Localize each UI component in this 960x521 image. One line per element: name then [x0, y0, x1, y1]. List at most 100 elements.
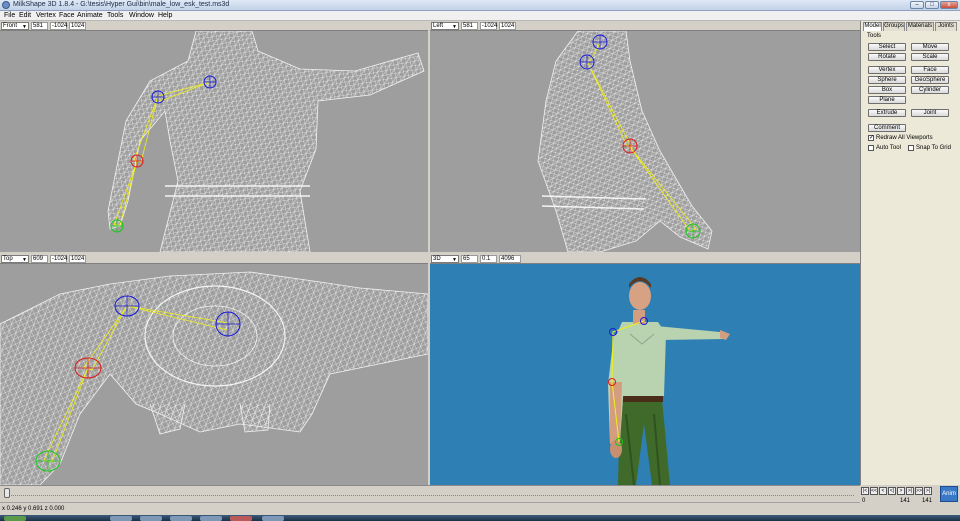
- next-frame-button[interactable]: >|: [906, 487, 914, 495]
- next-key-button[interactable]: >>: [915, 487, 923, 495]
- view-select[interactable]: Front ▼: [1, 22, 29, 30]
- menu-bar: File Edit Vertex Face Animate Tools Wind…: [0, 11, 960, 21]
- view-select[interactable]: Left ▼: [431, 22, 459, 30]
- viewport-header: Left ▼ 581 -1024 1024: [430, 21, 860, 31]
- select-button[interactable]: Select: [868, 43, 906, 51]
- frame-start-field[interactable]: 0: [862, 498, 865, 505]
- prev-frame-button[interactable]: <: [879, 487, 887, 495]
- animation-timeline[interactable]: [0, 485, 860, 502]
- frame-end-field[interactable]: 141: [922, 498, 932, 505]
- viewport-field[interactable]: 1024: [69, 22, 86, 30]
- minimize-button[interactable]: –: [910, 1, 924, 9]
- chevron-down-icon: ▼: [452, 24, 457, 30]
- joint-button[interactable]: Joint: [911, 109, 949, 117]
- start-button[interactable]: [4, 516, 26, 521]
- viewport-field[interactable]: 1024: [499, 22, 516, 30]
- box-button[interactable]: Box: [868, 86, 906, 94]
- viewport-field[interactable]: 0.1: [480, 255, 497, 263]
- joint-wrist[interactable]: [685, 223, 701, 239]
- viewport-field[interactable]: -1024: [50, 255, 67, 263]
- left-canvas[interactable]: [430, 31, 860, 252]
- tab-groups[interactable]: Groups: [883, 22, 905, 31]
- first-frame-button[interactable]: |<: [861, 487, 869, 495]
- timeline-slider-thumb[interactable]: [4, 488, 10, 498]
- joint-elbow[interactable]: [74, 357, 102, 379]
- joint-shoulder[interactable]: [151, 90, 165, 104]
- perspective-canvas[interactable]: [430, 264, 860, 485]
- viewport-field[interactable]: 581: [31, 22, 48, 30]
- joint-shoulder[interactable]: [114, 295, 140, 317]
- frame-current-field[interactable]: 141: [900, 498, 910, 505]
- extrude-button[interactable]: Extrude: [868, 109, 906, 117]
- menu-tools[interactable]: Tools: [107, 12, 123, 19]
- taskbar-item[interactable]: [110, 516, 132, 521]
- maximize-button[interactable]: □: [925, 1, 939, 9]
- tab-materials[interactable]: Materials: [906, 22, 934, 31]
- chevron-down-icon: ▼: [452, 257, 457, 263]
- sphere-button[interactable]: Sphere: [868, 76, 906, 84]
- joint-elbow[interactable]: [130, 154, 144, 168]
- tab-model[interactable]: Model: [863, 22, 882, 31]
- checkbox-checked-icon: ✓: [868, 135, 875, 141]
- front-canvas[interactable]: [0, 31, 428, 252]
- snap-to-grid-checkbox[interactable]: Snap To Grid: [908, 145, 951, 151]
- taskbar-item[interactable]: [170, 516, 192, 521]
- play-back-button[interactable]: <|: [888, 487, 896, 495]
- rotate-button[interactable]: Rotate: [868, 53, 906, 61]
- viewport-left[interactable]: Left ▼ 581 -1024 1024: [430, 21, 860, 252]
- viewport-field[interactable]: -1024: [480, 22, 497, 30]
- taskbar-item[interactable]: [230, 516, 252, 521]
- menu-face[interactable]: Face: [59, 12, 75, 19]
- viewport-header: Front ▼ 581 -1024 1024: [0, 21, 428, 31]
- viewport-field[interactable]: 1024: [69, 255, 86, 263]
- menu-edit[interactable]: Edit: [19, 12, 31, 19]
- prev-key-button[interactable]: <<: [870, 487, 878, 495]
- viewport-field[interactable]: -1024: [50, 22, 67, 30]
- viewport-field[interactable]: 4096: [499, 255, 521, 263]
- taskbar-item[interactable]: [200, 516, 222, 521]
- joint-neck[interactable]: [203, 75, 217, 89]
- viewport-field[interactable]: 609: [31, 255, 48, 263]
- taskbar: [0, 515, 960, 521]
- joint-wrist[interactable]: [110, 219, 124, 233]
- view-select[interactable]: 3D ▼: [431, 255, 459, 263]
- auto-tool-checkbox[interactable]: Auto Tool: [868, 145, 901, 151]
- joint-neck[interactable]: [592, 34, 608, 50]
- menu-window[interactable]: Window: [129, 12, 154, 19]
- cylinder-button[interactable]: Cylinder: [911, 86, 949, 94]
- viewport-field[interactable]: 65: [461, 255, 478, 263]
- vertex-button[interactable]: Vertex: [868, 66, 906, 74]
- plane-button[interactable]: Plane: [868, 96, 906, 104]
- taskbar-item[interactable]: [140, 516, 162, 521]
- tool-panel: Model Groups Materials Joints Tools Sele…: [860, 21, 960, 485]
- viewport-3d[interactable]: 3D ▼ 65 0.1 4096: [430, 254, 860, 485]
- joint-shoulder[interactable]: [579, 54, 595, 70]
- anim-toggle-button[interactable]: Anim: [940, 486, 958, 502]
- geosphere-button[interactable]: GeoSphere: [911, 76, 949, 84]
- redraw-all-checkbox[interactable]: ✓ Redraw All Viewports: [868, 135, 933, 141]
- scale-button[interactable]: Scale: [911, 53, 949, 61]
- play-button[interactable]: >: [897, 487, 905, 495]
- tab-joints[interactable]: Joints: [935, 22, 957, 31]
- viewport-top[interactable]: Top ▼ 609 -1024 1024: [0, 254, 428, 485]
- menu-vertex[interactable]: Vertex: [36, 12, 56, 19]
- menu-help[interactable]: Help: [158, 12, 172, 19]
- top-canvas[interactable]: [0, 264, 428, 485]
- viewport-field[interactable]: 581: [461, 22, 478, 30]
- face-button[interactable]: Face: [911, 66, 949, 74]
- menu-animate[interactable]: Animate: [77, 12, 103, 19]
- viewport-front[interactable]: Front ▼ 581 -1024 1024: [0, 21, 428, 252]
- joint-elbow[interactable]: [622, 138, 638, 154]
- menu-file[interactable]: File: [4, 12, 15, 19]
- view-select[interactable]: Top ▼: [1, 255, 29, 263]
- last-frame-button[interactable]: >|: [924, 487, 932, 495]
- status-bar: x 0.246 y 0.691 z 0.000: [0, 502, 860, 515]
- taskbar-item[interactable]: [262, 516, 284, 521]
- cursor-coordinates: x 0.246 y 0.691 z 0.000: [2, 506, 65, 512]
- close-button[interactable]: x: [940, 1, 958, 9]
- joint-wrist[interactable]: [35, 450, 61, 472]
- timeline-track[interactable]: [4, 495, 854, 496]
- joint-neck[interactable]: [215, 311, 241, 337]
- move-button[interactable]: Move: [911, 43, 949, 51]
- comment-button[interactable]: Comment: [868, 124, 906, 132]
